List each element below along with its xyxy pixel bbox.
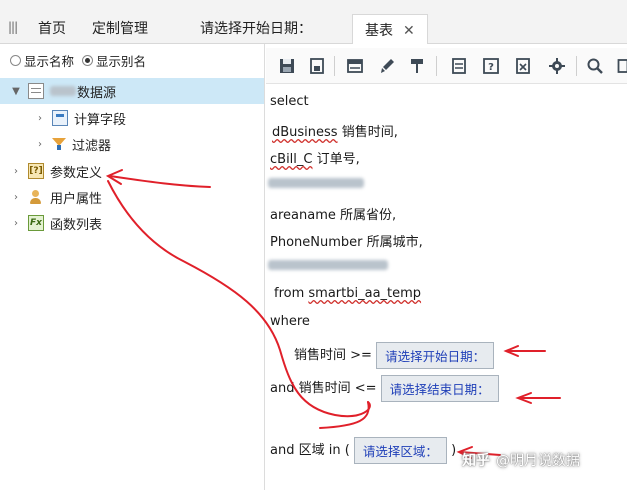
tree-item-function-list[interactable]: › Fx 函数列表 xyxy=(0,210,102,236)
radio-dot-selected-icon xyxy=(82,55,93,66)
sql-line-select: select xyxy=(270,94,309,109)
toolbar-divider xyxy=(436,56,437,76)
sql-line-condition-3: and 区域 in ( 请选择区域： ) xyxy=(270,437,456,464)
close-icon[interactable]: ✕ xyxy=(403,23,415,39)
chevron-right-icon[interactable]: › xyxy=(34,139,46,150)
sql-field-code: dBusiness xyxy=(272,125,338,140)
radio-dot-icon xyxy=(10,55,21,66)
radio-show-name[interactable]: 显示名称 xyxy=(10,51,74,70)
save-icon[interactable] xyxy=(278,57,296,75)
search-icon[interactable] xyxy=(586,57,604,75)
sql-line-field-2: cBill_C 订单号, xyxy=(270,148,360,167)
filter-icon xyxy=(52,137,66,151)
tree-item-filters[interactable]: › 过滤器 xyxy=(0,131,111,157)
brush-icon[interactable] xyxy=(378,57,396,75)
tree-item-parameters-label: 参数定义 xyxy=(50,165,103,181)
help-icon[interactable]: ? xyxy=(482,57,500,75)
chevron-right-icon[interactable]: › xyxy=(10,192,22,203)
condition-3-label: and 区域 in ( xyxy=(270,443,350,458)
save-as-icon[interactable] xyxy=(308,57,326,75)
tree-item-filters-label: 过滤器 xyxy=(72,138,112,154)
condition-3-close: ) xyxy=(451,443,457,458)
tree-item-calculated-fields[interactable]: › 计算字段 xyxy=(0,105,126,131)
masked-text xyxy=(50,86,76,96)
chevron-right-icon[interactable]: › xyxy=(10,218,22,229)
table-icon[interactable] xyxy=(346,57,364,75)
more-icon[interactable] xyxy=(614,57,627,75)
chevron-right-icon[interactable]: › xyxy=(34,113,46,124)
sql-line-masked xyxy=(268,259,389,274)
tab-base-table-label: 基表 xyxy=(365,23,393,39)
chevron-right-icon[interactable]: › xyxy=(10,166,22,177)
condition-1-label: 销售时间 >= xyxy=(294,348,372,363)
sql-field-code: cBill_C xyxy=(270,152,313,167)
radio-show-alias[interactable]: 显示别名 xyxy=(82,51,146,70)
tree-item-calculated-fields-label: 计算字段 xyxy=(74,112,127,128)
tree-item-parameters[interactable]: › [?] 参数定义 xyxy=(0,158,102,184)
sql-line-field-4: areaname 所属省份, xyxy=(270,208,397,223)
sql-field-alias: 销售时间, xyxy=(337,125,398,140)
watermark-zhihu: 知乎 xyxy=(462,453,490,469)
toolbar-divider xyxy=(576,56,577,76)
parameter-icon: [?] xyxy=(28,163,44,179)
tree-item-user-attributes-label: 用户属性 xyxy=(50,191,103,207)
tab-select-start-date[interactable]: 请选择开始日期： xyxy=(200,18,312,38)
function-list-icon: Fx xyxy=(28,215,44,231)
sql-line-field-1: dBusiness 销售时间, xyxy=(272,121,398,140)
sql-line-from: from smartbi_aa_temp xyxy=(274,286,421,301)
sql-field-alias: 订单号, xyxy=(312,152,360,167)
export-icon[interactable] xyxy=(514,57,532,75)
sql-line-field-5: PhoneNumber 所属城市, xyxy=(270,235,423,250)
sql-line-condition-2: and 销售时间 <= 请选择结束日期： xyxy=(270,375,499,402)
toolbar-divider xyxy=(334,56,335,76)
tree-item-function-list-label: 函数列表 xyxy=(50,217,103,233)
user-attribute-icon xyxy=(28,189,44,205)
grid-icon[interactable] xyxy=(450,57,468,75)
pin-icon[interactable] xyxy=(408,57,426,75)
sql-table-name: smartbi_aa_temp xyxy=(308,286,422,301)
param-end-date-button[interactable]: 请选择结束日期： xyxy=(380,375,499,402)
display-mode-radios: 显示名称 显示别名 xyxy=(10,51,150,70)
top-tab-bar: ||| 首页 定制管理 请选择开始日期： 基表 ✕ xyxy=(0,0,627,44)
radio-show-name-label: 显示名称 xyxy=(24,54,75,69)
condition-2-label: and 销售时间 <= xyxy=(270,381,377,396)
sql-editor[interactable]: select dBusiness 销售时间, cBill_C 订单号, area… xyxy=(266,85,627,490)
calculated-field-icon xyxy=(52,110,68,126)
tree-item-user-attributes[interactable]: › 用户属性 xyxy=(0,184,102,210)
svg-text:?: ? xyxy=(488,62,494,73)
datasource-icon xyxy=(28,83,44,99)
sql-line-where: where xyxy=(270,314,310,329)
watermark-handle: @明月说数据 xyxy=(496,453,580,469)
gear-icon[interactable] xyxy=(548,57,566,75)
masked-text xyxy=(268,178,364,188)
sql-line-masked xyxy=(268,177,365,192)
tab-base-table[interactable]: 基表 ✕ xyxy=(352,14,428,44)
param-start-date-button[interactable]: 请选择开始日期： xyxy=(376,342,495,369)
resource-panel: 显示名称 显示别名 ▼ 数据源 › 计算字段 › 过滤器 › [?] 参数定义 … xyxy=(0,44,265,490)
radio-show-alias-label: 显示别名 xyxy=(96,54,147,69)
tree-item-datasource[interactable]: ▼ 数据源 xyxy=(0,78,264,104)
tab-home[interactable]: 首页 xyxy=(38,18,66,38)
chevron-down-icon[interactable]: ▼ xyxy=(10,86,22,97)
menu-grip-icon[interactable]: ||| xyxy=(8,20,18,34)
tree-item-datasource-label: 数据源 xyxy=(77,85,117,101)
watermark: 知乎 @明月说数据 xyxy=(462,450,580,470)
sql-line-condition-1: 销售时间 >= 请选择开始日期： xyxy=(294,342,495,369)
sql-keyword-from: from xyxy=(274,286,309,301)
editor-toolbar: ? xyxy=(266,48,627,84)
param-region-button[interactable]: 请选择区域： xyxy=(353,437,447,464)
tab-custom-management[interactable]: 定制管理 xyxy=(92,18,148,38)
masked-text xyxy=(268,260,388,270)
